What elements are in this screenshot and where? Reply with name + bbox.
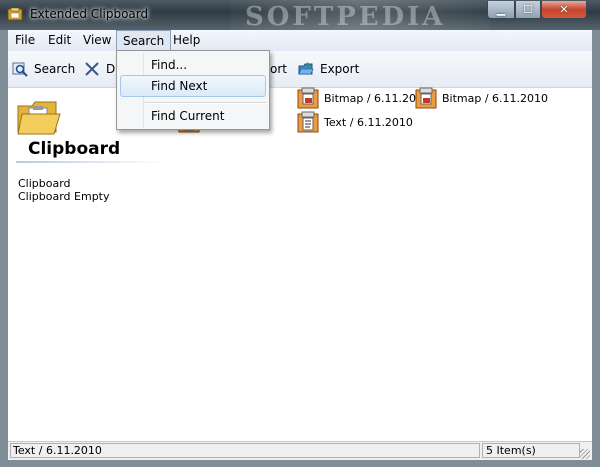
- export-folder-icon: [298, 62, 314, 75]
- close-button[interactable]: ✕: [541, 1, 587, 19]
- clipboard-folder-icon: [17, 101, 61, 135]
- menu-item-find-next[interactable]: Find Next: [151, 79, 207, 93]
- list-item[interactable]: Text / 6.11.2010: [297, 110, 413, 134]
- delete-toolbar-label: D: [106, 62, 116, 76]
- menu-help[interactable]: Help: [173, 33, 200, 47]
- search-toolbar-button[interactable]: Search: [12, 59, 75, 79]
- title-bar[interactable]: SOFTPEDIA Extended Clipboard ▁ ☐ ✕: [0, 0, 600, 32]
- app-icon: [7, 7, 23, 21]
- menu-search[interactable]: Search: [116, 30, 172, 50]
- menu-edit[interactable]: Edit: [48, 33, 71, 47]
- menu-file[interactable]: File: [15, 33, 35, 47]
- bitmap-file-icon: [297, 87, 319, 109]
- left-pane: Clipboard Clipboard Clipboard Empty: [8, 88, 168, 441]
- menu-separator: [145, 102, 267, 104]
- text-file-icon: [297, 111, 319, 133]
- frame-left: [0, 30, 8, 467]
- delete-icon: [85, 62, 99, 76]
- status-bar: Text / 6.11.2010 5 Item(s): [8, 441, 592, 460]
- pane-line-status: Clipboard Empty: [18, 190, 110, 203]
- search-toolbar-label: Search: [34, 62, 76, 76]
- frame-right: [592, 30, 600, 467]
- list-item[interactable]: Bitmap / 6.11.2010: [415, 86, 548, 110]
- export-toolbar-button[interactable]: Export: [298, 59, 359, 79]
- watermark-text: SOFTPEDIA: [245, 2, 446, 32]
- app-window: SOFTPEDIA Extended Clipboard ▁ ☐ ✕ File …: [0, 0, 600, 467]
- import-toolbar-button[interactable]: ort: [270, 59, 287, 79]
- menu-item-find-current[interactable]: Find Current: [151, 109, 224, 123]
- menu-item-find[interactable]: Find...: [151, 58, 187, 72]
- list-item[interactable]: Bitmap / 6.11.2010: [297, 86, 430, 110]
- pane-line-clipboard: Clipboard: [18, 177, 71, 190]
- maximize-button[interactable]: ☐: [515, 1, 541, 19]
- maximize-icon: ☐: [523, 3, 533, 16]
- close-icon: ✕: [559, 3, 569, 16]
- status-item-count: 5 Item(s): [482, 443, 580, 458]
- frame-bottom: [0, 459, 600, 467]
- minimize-button[interactable]: ▁: [487, 1, 515, 19]
- toolbar: Search D ort Export: [8, 51, 592, 88]
- pane-title-underline: [16, 161, 166, 163]
- bitmap-file-icon: [415, 87, 437, 109]
- import-toolbar-label: ort: [270, 62, 287, 76]
- content-area: Clipboard Clipboard Clipboard Empty 2010: [8, 86, 592, 441]
- window-title: Extended Clipboard: [30, 7, 149, 21]
- search-icon: [12, 62, 28, 77]
- search-dropdown-menu: Find... Find Next Find Current: [116, 50, 270, 130]
- client-area: File Edit View Search Help Search D ort …: [8, 30, 592, 460]
- item-label: Bitmap / 6.11.2010: [442, 91, 549, 105]
- status-selected-item: Text / 6.11.2010: [10, 443, 480, 458]
- item-label: Text / 6.11.2010: [324, 115, 413, 129]
- delete-toolbar-button[interactable]: D: [84, 59, 115, 79]
- menu-view[interactable]: View: [83, 33, 111, 47]
- pane-title: Clipboard: [28, 139, 121, 159]
- export-toolbar-label: Export: [320, 62, 360, 76]
- minimize-icon: ▁: [496, 3, 506, 16]
- resize-grip[interactable]: [580, 449, 590, 459]
- menu-bar: File Edit View Search Help: [8, 30, 592, 51]
